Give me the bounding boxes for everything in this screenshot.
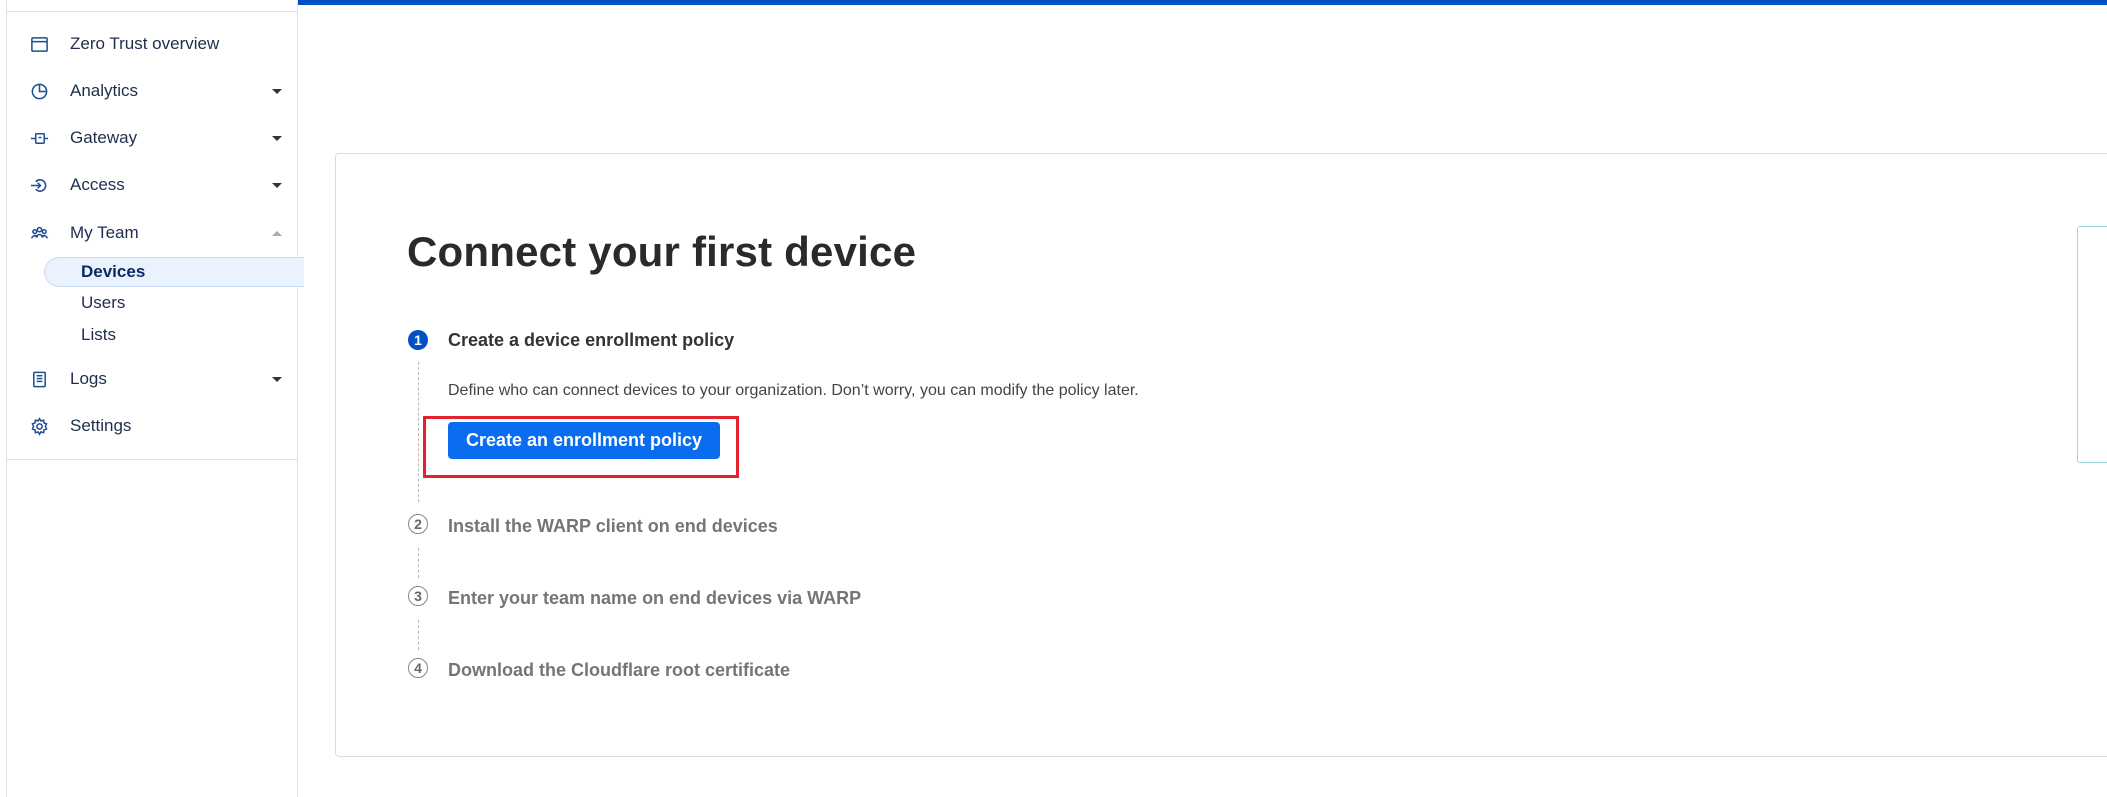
step-3-number-badge: 3 [408, 586, 428, 606]
chevron-down-icon [272, 376, 282, 382]
sidebar-item-label: Analytics [70, 81, 139, 100]
chevron-down-icon [272, 135, 282, 141]
sidebar-subitem-users[interactable]: Users [44, 288, 304, 318]
step-3-title: Enter your team name on end devices via … [448, 588, 862, 608]
sidebar-subitem-label: Users [81, 293, 126, 312]
chevron-down-icon [272, 182, 282, 188]
sidebar-item-access[interactable]: Access [7, 165, 299, 205]
create-enrollment-policy-button[interactable]: Create an enrollment policy [448, 422, 720, 459]
sidebar-item-label: Logs [70, 369, 107, 388]
sidebar-item-label: Zero Trust overview [70, 34, 220, 53]
gear-icon [29, 416, 49, 436]
sidebar-item-label: Gateway [70, 128, 138, 147]
top-accent-bar [298, 0, 2107, 5]
sidebar-divider-bottom [7, 459, 297, 460]
sidebar-item-label: Settings [70, 416, 132, 435]
sidebar-item-label: Access [70, 175, 125, 194]
team-icon [29, 223, 49, 243]
sidebar: Zero Trust overview Analytics Gateway Ac… [6, 0, 304, 797]
sidebar-item-label: My Team [70, 223, 139, 242]
sidebar-item-settings[interactable]: Settings [7, 406, 299, 446]
logs-icon [29, 369, 49, 389]
sidebar-subitem-devices[interactable]: Devices [44, 257, 304, 287]
sidebar-item-analytics[interactable]: Analytics [7, 71, 299, 111]
step-connector [418, 548, 419, 578]
access-icon [29, 175, 49, 195]
sidebar-subitem-label: Lists [81, 325, 116, 344]
step-1-title: Create a device enrollment policy [448, 330, 735, 350]
chevron-down-icon [272, 88, 282, 94]
page-title: Connect your first device [407, 228, 917, 275]
step-connector [418, 620, 419, 650]
step-1-description: Define who can connect devices to your o… [448, 382, 1139, 399]
pie-chart-icon [29, 81, 49, 101]
step-connector [418, 362, 419, 502]
side-panel-edge [2077, 226, 2107, 463]
sidebar-item-zero-trust-overview[interactable]: Zero Trust overview [7, 24, 299, 64]
step-2-number-badge: 2 [408, 514, 428, 534]
step-4-number-badge: 4 [408, 658, 428, 678]
chevron-up-icon [272, 230, 282, 236]
step-2-title: Install the WARP client on end devices [448, 516, 778, 536]
browser-window-icon [29, 34, 49, 54]
sidebar-item-my-team[interactable]: My Team [7, 213, 299, 253]
step-4-title: Download the Cloudflare root certificate [448, 660, 791, 680]
gateway-icon [29, 128, 49, 148]
sidebar-subitem-label: Devices [81, 262, 146, 281]
sidebar-subitem-lists[interactable]: Lists [44, 320, 304, 350]
sidebar-item-gateway[interactable]: Gateway [7, 118, 299, 158]
sidebar-divider-top [7, 11, 297, 12]
sidebar-item-logs[interactable]: Logs [7, 359, 299, 399]
step-1-number-badge: 1 [408, 330, 428, 350]
